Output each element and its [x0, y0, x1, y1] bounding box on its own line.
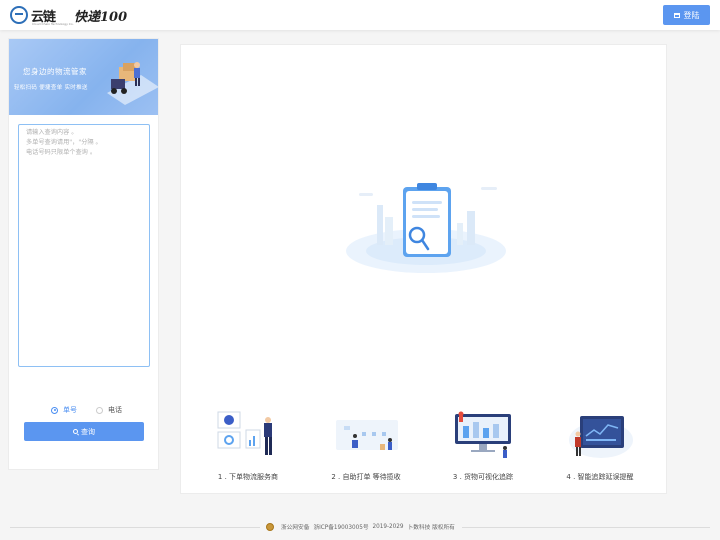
- print-pickup-icon: [336, 420, 398, 450]
- tracking-screen-icon: [455, 411, 511, 458]
- query-type-radio-group: 单号 电话: [51, 405, 141, 415]
- footer-copyright: 卜数科技 版权所有: [407, 525, 455, 531]
- process-steps: 1 . 下单物流服务商 2 . 自助打单 等待揽收 3 . 货物可视化追踪 4 …: [181, 410, 668, 490]
- tracking-query-input[interactable]: [18, 124, 150, 367]
- step-place-order: 1 . 下单物流服务商: [189, 410, 307, 490]
- search-icon: [73, 429, 78, 434]
- radio-tracking-number[interactable]: [51, 406, 58, 414]
- login-button[interactable]: 登陆: [663, 5, 710, 25]
- police-badge-icon: [266, 522, 274, 531]
- query-panel: 您身边的物流管家 轻松扫码 便捷查单 实时推送 单号 电话 查询: [8, 38, 159, 470]
- step-delay-alert: 4 . 智能追踪延误提醒: [541, 410, 659, 490]
- alert-dashboard-icon: [569, 416, 633, 458]
- kuaidi100-logo[interactable]: 快递100: [74, 6, 127, 25]
- step-print-label: 2 . 自助打单 等待揽收: [307, 410, 425, 490]
- top-header: 云链 Cloud Chain Technology Co. 快递100 登陆: [0, 0, 720, 30]
- footer-divider-right: [462, 527, 710, 528]
- step-label: 3 . 货物可视化追踪: [452, 473, 514, 481]
- login-button-label: 登陆: [683, 10, 700, 20]
- radio-tracking-number-label[interactable]: 单号: [63, 405, 77, 415]
- yunlian-logo-icon: [10, 6, 28, 24]
- step-label: 1 . 下单物流服务商: [217, 473, 279, 481]
- footer-info: 浙公网安备 浙ICP备19003005号 2019-2029 卜数科技 版权所有: [266, 522, 455, 531]
- banner-subtitle: 轻松扫码 便捷查单 实时推送: [14, 85, 88, 91]
- banner-title: 您身边的物流管家: [23, 67, 87, 76]
- footer-gongan[interactable]: 浙公网安备: [281, 522, 309, 531]
- clipboard-search-icon: [346, 183, 506, 273]
- promo-banner: 您身边的物流管家 轻松扫码 便捷查单 实时推送: [9, 39, 158, 115]
- monitor-icon: [673, 12, 680, 18]
- radio-phone-label[interactable]: 电话: [108, 405, 122, 415]
- footer-years: 2019-2029: [372, 523, 404, 530]
- footer-divider-left: [10, 527, 260, 528]
- yunlian-logo[interactable]: 云链 Cloud Chain Technology Co.: [10, 5, 74, 26]
- query-button-label: 查询: [81, 428, 95, 436]
- query-button[interactable]: 查询: [24, 422, 144, 441]
- step-visual-tracking: 3 . 货物可视化追踪: [424, 410, 542, 490]
- step-label: 4 . 智能追踪延误提醒: [566, 473, 634, 481]
- result-panel: 1 . 下单物流服务商 2 . 自助打单 等待揽收 3 . 货物可视化追踪 4 …: [180, 44, 667, 494]
- step-label: 2 . 自助打单 等待揽收: [331, 473, 401, 481]
- page-footer: 浙公网安备 浙ICP备19003005号 2019-2029 卜数科技 版权所有: [0, 520, 720, 536]
- order-chart-icon: [217, 411, 272, 455]
- yunlian-logo-subtext: Cloud Chain Technology Co.: [32, 22, 74, 26]
- footer-icp[interactable]: 浙ICP备19003005号: [313, 522, 368, 531]
- delivery-illustration-icon: [107, 62, 158, 105]
- radio-phone[interactable]: [96, 406, 103, 414]
